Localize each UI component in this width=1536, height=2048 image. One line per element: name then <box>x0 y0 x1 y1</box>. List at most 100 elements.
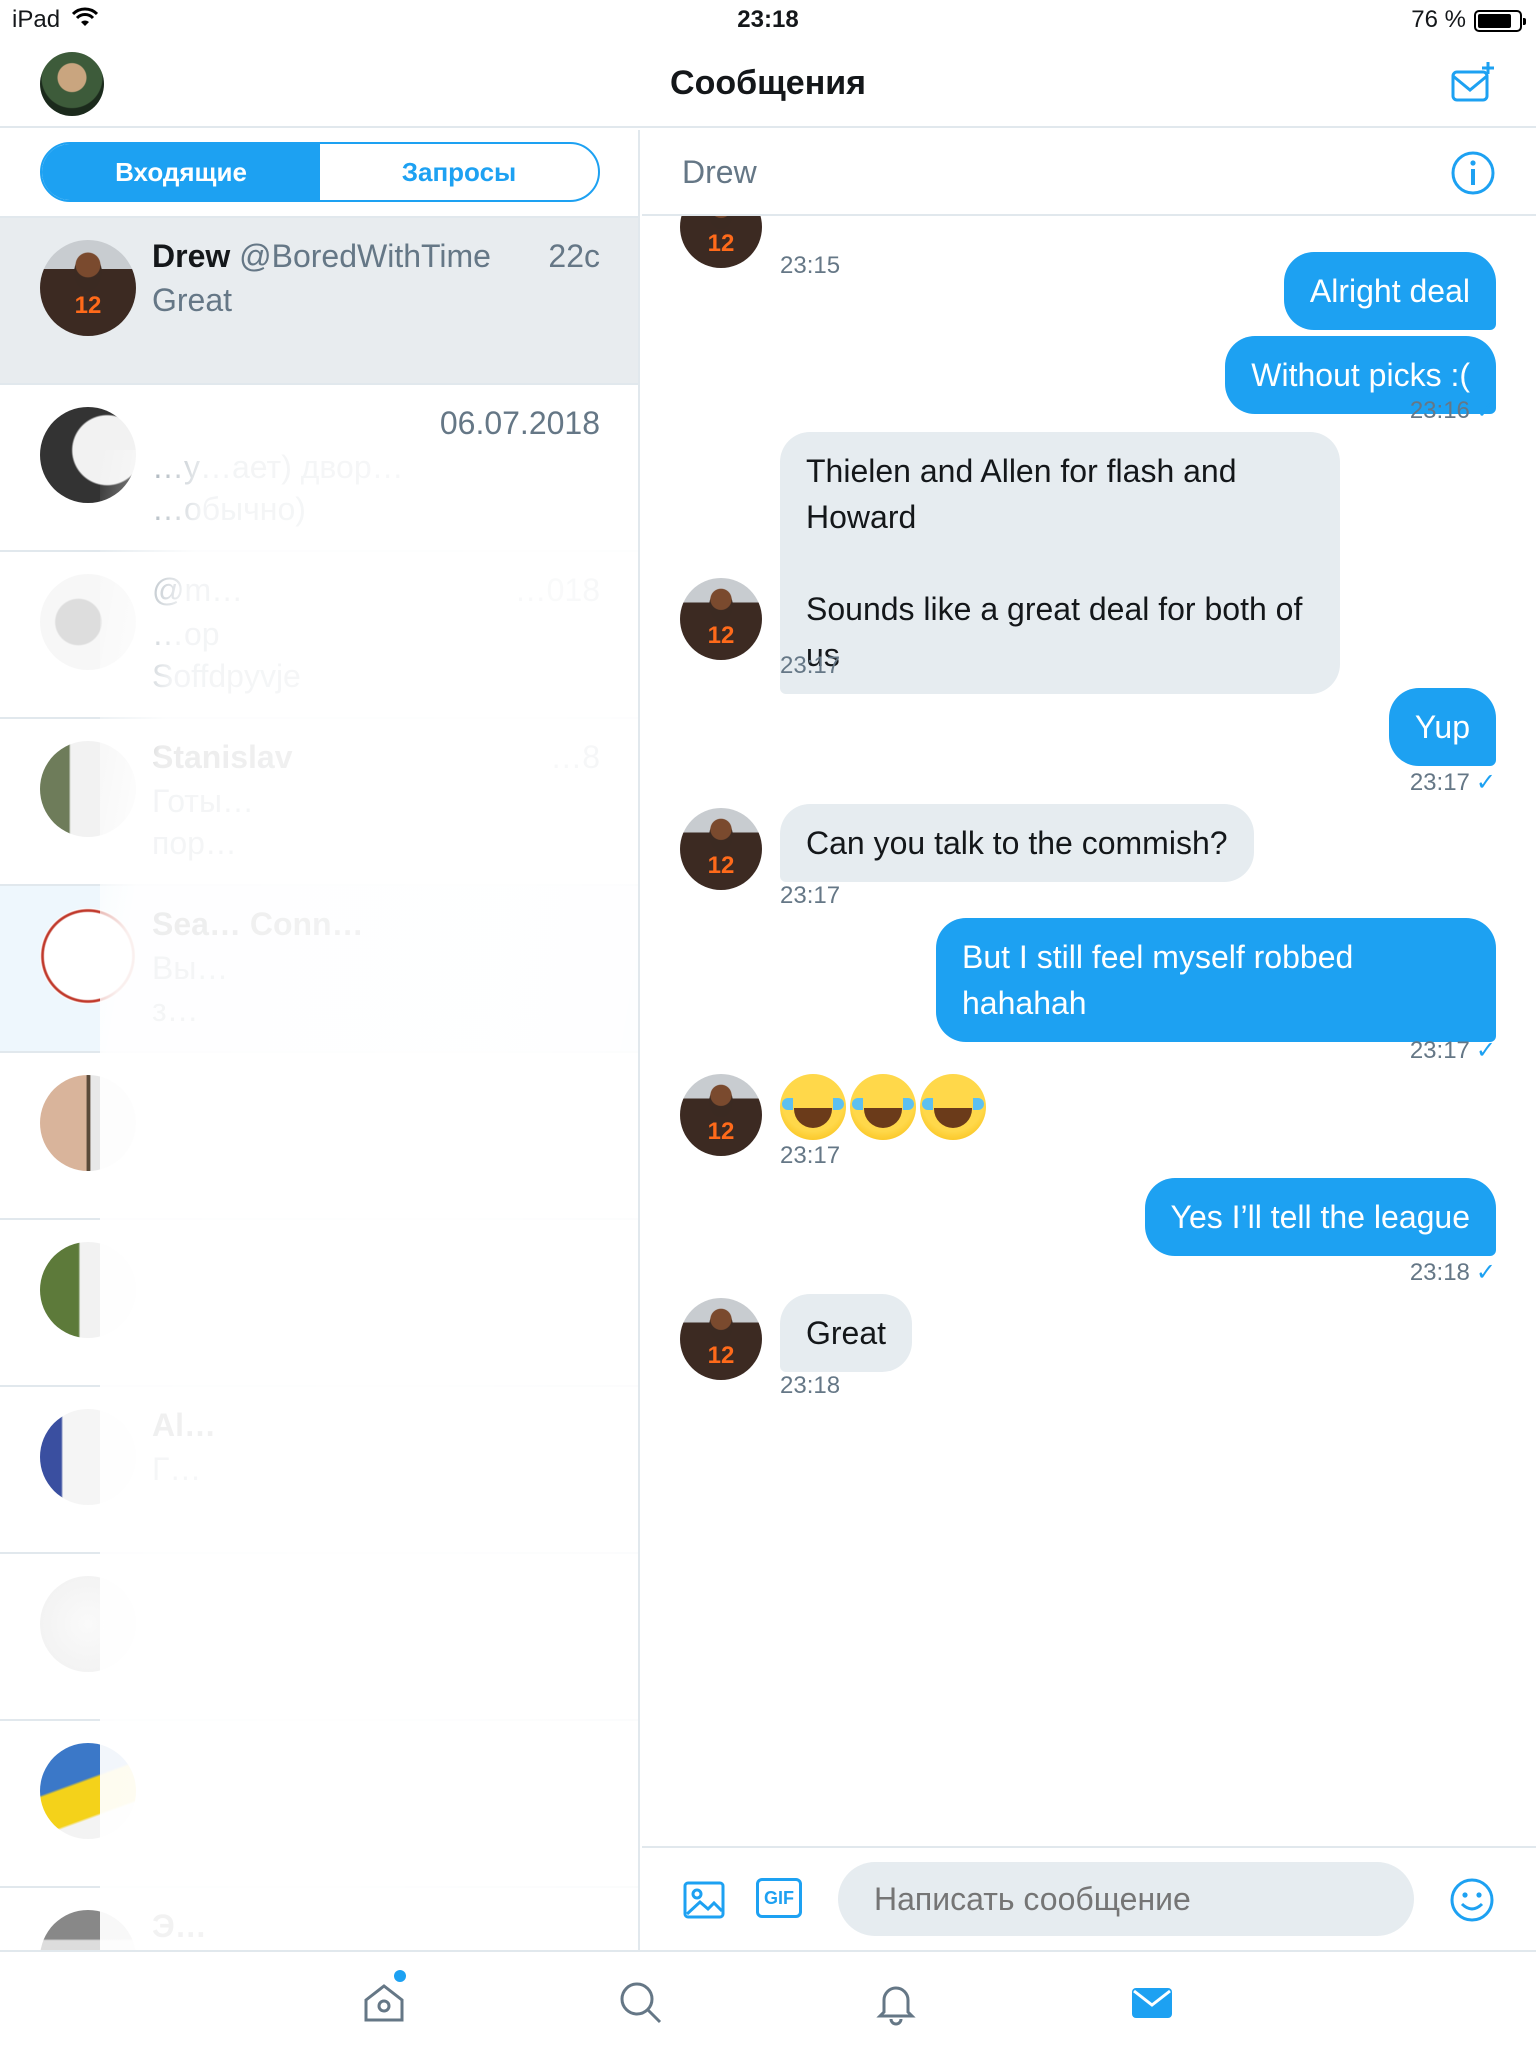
conversation-title: Э… <box>152 1908 207 1945</box>
incoming-message[interactable]: Thielen and Allen for flash and Howard S… <box>780 432 1340 694</box>
conversation-preview: …ор <box>152 616 220 652</box>
search-icon[interactable] <box>616 1978 664 2026</box>
info-icon[interactable] <box>1450 150 1496 196</box>
message-bubble: Alright deal <box>1283 252 1496 330</box>
conversation-item[interactable]: @m… …018 …ор Soffdpyvje <box>0 552 638 719</box>
message-timestamp: 23:17 <box>780 1142 840 1170</box>
chat-partner-name[interactable]: Drew <box>682 154 757 191</box>
avatar <box>40 1576 136 1672</box>
conversation-time: 06.07.2018 <box>439 405 600 441</box>
conversation-item[interactable] <box>0 1220 638 1387</box>
outgoing-message[interactable]: But I still feel myself robbed hahahah <box>936 918 1496 1042</box>
timestamp-text: 23:17 <box>780 1142 841 1169</box>
avatar <box>40 1075 136 1171</box>
messages-envelope-icon[interactable] <box>1128 1978 1176 2026</box>
timestamp-text: 23:16 <box>1409 397 1470 424</box>
message-bubble: Yes I’ll tell the league <box>1144 1178 1496 1256</box>
avatar <box>40 908 136 1004</box>
conversation-preview: Great <box>152 282 233 318</box>
message-timestamp: 23:17 <box>780 882 840 910</box>
conversation-preview: Готы… <box>152 783 254 819</box>
avatar <box>40 240 136 336</box>
conversation-preview-line2: пор… <box>152 825 237 861</box>
conversation-item[interactable]: Э… <box>0 1888 638 1950</box>
tears-of-joy-emoji-icon <box>780 1074 846 1140</box>
sender-avatar[interactable] <box>680 1074 762 1156</box>
avatar <box>40 1910 136 1950</box>
message-timestamp: 23:15 <box>780 252 840 280</box>
conversation-item[interactable]: Stanislav …8 Готы… пор… <box>0 719 638 886</box>
tab-requests[interactable]: Запросы <box>320 144 598 200</box>
message-bubble: Yup <box>1388 688 1496 766</box>
chat-pane: Drew Alright23:15Alright dealWithout pic… <box>642 130 1536 1950</box>
sender-avatar[interactable] <box>680 808 762 890</box>
message-bubble: Can you talk to the commish? <box>780 804 1254 882</box>
incoming-message[interactable]: Can you talk to the commish? <box>780 804 1254 882</box>
message-timestamp: 23:17 <box>780 652 840 680</box>
avatar <box>40 1409 136 1505</box>
top-navbar: Сообщения <box>0 40 1536 128</box>
conversation-handle: @m… <box>152 572 244 608</box>
avatar <box>40 407 136 503</box>
conversation-time: …8 <box>550 739 600 775</box>
conversation-name: Stanislav <box>152 739 293 775</box>
outgoing-message[interactable]: Yes I’ll tell the league <box>1144 1178 1496 1256</box>
outgoing-message[interactable]: Alright deal <box>1283 252 1496 330</box>
conversation-preview: Г… <box>152 1451 202 1487</box>
conversation-item[interactable]: Sea… Conn… Вы… з… <box>0 886 638 1053</box>
battery-icon <box>1474 10 1526 32</box>
sender-avatar[interactable] <box>680 578 762 660</box>
sender-avatar[interactable] <box>680 1298 762 1380</box>
home-icon[interactable] <box>360 1970 408 2026</box>
gif-button[interactable]: GIF <box>756 1878 802 1918</box>
conversation-title: Sea… Conn… <box>152 906 364 943</box>
read-check-icon: ✓ <box>1475 1259 1496 1286</box>
message-timestamp: 23:17 ✓ <box>1410 1036 1496 1065</box>
new-content-dot <box>394 1970 406 1982</box>
message-thread[interactable]: Alright23:15Alright dealWithout picks :(… <box>642 216 1536 1846</box>
image-icon[interactable] <box>682 1878 726 1922</box>
notifications-bell-icon[interactable] <box>872 1978 920 2026</box>
page-title: Сообщения <box>670 64 866 102</box>
conversation-name: Э… <box>152 1908 207 1944</box>
status-time: 23:18 <box>737 6 799 33</box>
new-message-icon[interactable] <box>1450 60 1496 106</box>
conversation-item[interactable]: 06.07.2018 …у…ает) двор… …обычно) <box>0 385 638 552</box>
conversation-name: Al… <box>152 1407 216 1443</box>
outgoing-message[interactable]: Yup <box>1388 688 1496 766</box>
conversation-item[interactable] <box>0 1554 638 1721</box>
emoji-icon[interactable] <box>1448 1876 1496 1924</box>
message-input[interactable] <box>838 1862 1414 1936</box>
read-check-icon: ✓ <box>1475 1037 1496 1064</box>
emoji-message <box>780 1074 986 1140</box>
conversation-name: Drew <box>152 238 231 274</box>
incoming-message[interactable] <box>780 1074 986 1140</box>
message-timestamp: 23:17 ✓ <box>1410 768 1496 797</box>
conversation-list-pane: Входящие Запросы Drew @BoredWithTime 22с G… <box>0 130 640 1950</box>
timestamp-text: 23:17 <box>1409 769 1470 796</box>
sender-avatar[interactable] <box>680 216 762 268</box>
conversation-time: 22с <box>548 238 600 274</box>
conversation-item[interactable] <box>0 1721 638 1888</box>
conversation-handle: @BoredWithTime <box>239 238 491 274</box>
battery-percent: 76 % <box>1411 6 1466 33</box>
bottom-tab-bar <box>0 1950 1536 2048</box>
timestamp-text: 23:17 <box>780 882 841 909</box>
conversation-item[interactable] <box>0 1053 638 1220</box>
timestamp-text: 23:18 <box>780 1372 841 1399</box>
timestamp-text: 23:17 <box>780 652 841 679</box>
conversation-item[interactable]: Drew @BoredWithTime 22с Great <box>0 218 638 385</box>
tab-inbox[interactable]: Входящие <box>42 144 320 200</box>
conversation-preview-line2: Soffdpyvje <box>152 658 301 694</box>
timestamp-text: 23:17 <box>1409 1037 1470 1064</box>
chat-header: Drew <box>642 130 1536 216</box>
conversation-name: Sea… Conn… <box>152 906 364 942</box>
message-composer: GIF <box>642 1846 1536 1950</box>
incoming-message[interactable]: Great <box>780 1294 913 1372</box>
message-timestamp: 23:18 ✓ <box>1410 1258 1496 1287</box>
conversation-title: Drew @BoredWithTime <box>152 238 491 275</box>
conversation-item[interactable]: Al… Г… <box>0 1387 638 1554</box>
conversation-title: Al… <box>152 1407 216 1444</box>
timestamp-text: 23:18 <box>1409 1259 1470 1286</box>
conversation-preview-line2: з… <box>152 992 199 1028</box>
